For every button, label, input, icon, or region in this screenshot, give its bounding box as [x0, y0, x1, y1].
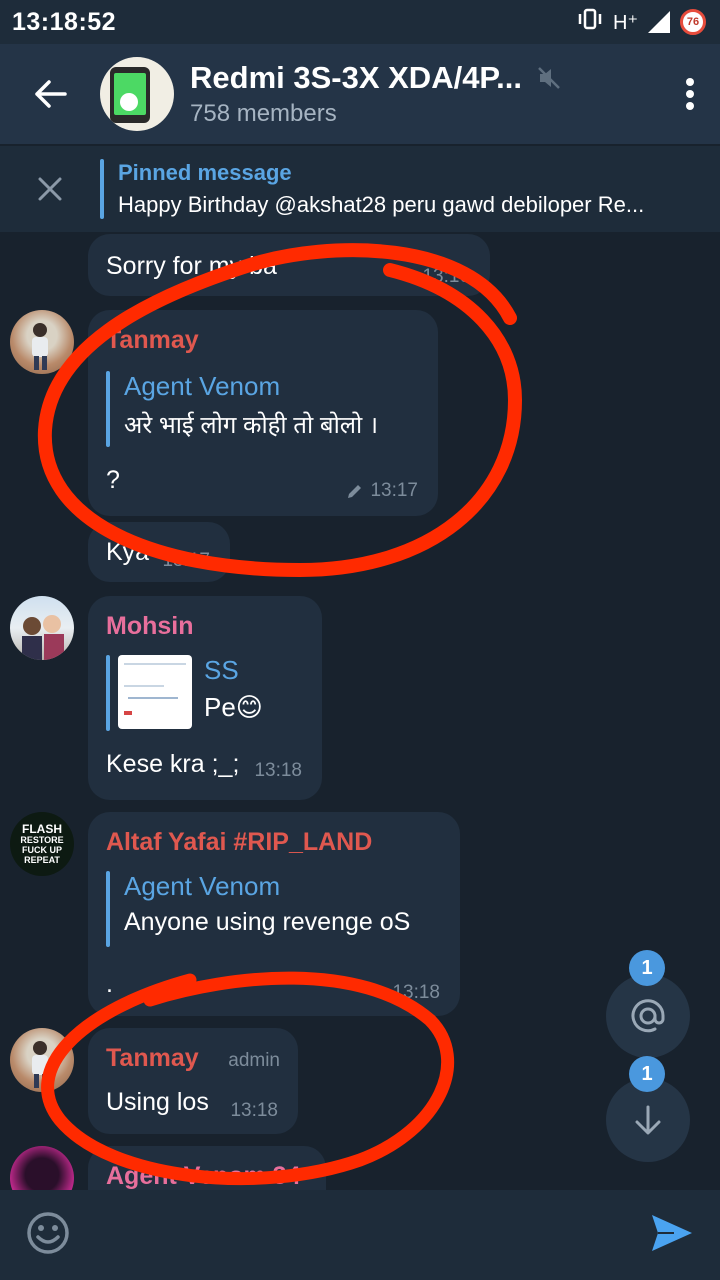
- vibrate-icon: [577, 8, 603, 36]
- avatar[interactable]: [10, 310, 74, 374]
- reply-text: Pe😊: [204, 692, 263, 722]
- back-arrow-icon: [35, 80, 67, 108]
- message-text: Using los: [106, 1088, 209, 1116]
- sender-name[interactable]: Mohsin: [106, 612, 304, 641]
- pinned-accent-bar: [100, 159, 104, 219]
- avatar-text: REPEAT: [24, 855, 60, 865]
- reply-quote[interactable]: SS Pe😊: [106, 655, 304, 731]
- reply-sender: Agent Venom: [124, 871, 281, 901]
- message-time: 13:18: [392, 982, 440, 1003]
- at-icon: [631, 999, 665, 1033]
- mentions-button[interactable]: [606, 974, 690, 1058]
- message-text: Kese kra ;_;: [106, 750, 240, 778]
- reply-text: अरे भाई लोग कोही तो बोलो ।: [124, 412, 379, 439]
- emoji-button[interactable]: [26, 1211, 70, 1260]
- sender-name[interactable]: Tanmay: [106, 1044, 199, 1073]
- message-text: ?: [106, 466, 120, 494]
- sender-name[interactable]: Altaf Yafai #RIP_LAND: [106, 828, 442, 857]
- message-time: 13:18: [230, 1100, 278, 1121]
- message-bubble[interactable]: Sorry for my ba 13:16: [88, 234, 490, 296]
- message-bubble[interactable]: Tanmay admin Using los 13:18: [88, 1028, 298, 1134]
- message-time: 13:17: [162, 550, 210, 571]
- message-bubble[interactable]: Mohsin SS Pe😊 Kese kra ;_; 13:18: [88, 596, 322, 800]
- emoji-icon: [27, 1211, 69, 1254]
- avatar-text: FUCK UP: [22, 845, 62, 855]
- more-vert-icon: [686, 78, 694, 110]
- group-info[interactable]: Redmi 3S-3X XDA/4P... 758 members: [190, 60, 660, 128]
- more-options-button[interactable]: [660, 44, 720, 144]
- message-text: Kya: [106, 538, 150, 566]
- battery-icon: 76: [680, 9, 706, 35]
- avatar-text: RESTORE: [20, 835, 64, 845]
- member-count: 758 members: [190, 100, 337, 127]
- avatar[interactable]: [10, 1028, 74, 1092]
- sender-name[interactable]: Tanmay: [106, 326, 420, 355]
- avatar[interactable]: FLASH RESTORE FUCK UP REPEAT: [10, 812, 74, 876]
- reply-quote[interactable]: Agent Venom Anyone using revenge oS: [106, 871, 442, 947]
- reply-sender: SS: [204, 655, 239, 685]
- mentions-count-badge: 1: [629, 950, 665, 986]
- unread-count-badge: 1: [629, 1056, 665, 1092]
- status-bar: 13:18:52 H⁺ 76: [0, 0, 720, 44]
- signal-icon: [648, 11, 670, 33]
- avatar-text: FLASH: [22, 822, 62, 836]
- avatar[interactable]: [10, 1146, 74, 1190]
- chat-header: Redmi 3S-3X XDA/4P... 758 members: [0, 44, 720, 144]
- message-text: .: [106, 970, 113, 998]
- group-avatar[interactable]: [100, 57, 174, 131]
- close-icon: [38, 177, 62, 201]
- mute-icon: [538, 67, 560, 89]
- message-bubble[interactable]: Tanmay Agent Venom अरे भाई लोग कोही तो ब…: [88, 310, 438, 516]
- network-type: H⁺: [613, 11, 638, 34]
- arrow-down-icon: [635, 1105, 661, 1135]
- pinned-text: Happy Birthday @akshat28 peru gawd debil…: [118, 192, 645, 217]
- pinned-title: Pinned message: [118, 160, 292, 185]
- reply-quote[interactable]: Agent Venom अरे भाई लोग कोही तो बोलो ।: [106, 371, 420, 447]
- edit-pencil-icon: [348, 485, 362, 498]
- message-bubble[interactable]: Agent Venom 34: [88, 1146, 326, 1190]
- close-pinned-button[interactable]: [0, 146, 100, 232]
- avatar[interactable]: [10, 596, 74, 660]
- admin-badge: admin: [228, 1050, 280, 1071]
- pinned-message-bar[interactable]: Pinned message Happy Birthday @akshat28 …: [0, 146, 720, 232]
- send-button[interactable]: [650, 1213, 694, 1258]
- message-input-bar: [0, 1190, 720, 1280]
- group-title: Redmi 3S-3X XDA/4P...: [190, 60, 522, 95]
- message-bubble[interactable]: Kya 13:17: [88, 522, 230, 582]
- message-time: 13:17: [370, 480, 418, 501]
- message-time: 13:18: [254, 760, 302, 781]
- message-time: 13:16: [422, 266, 470, 287]
- send-icon: [652, 1214, 692, 1251]
- reply-text: Anyone using revenge oS: [124, 908, 411, 936]
- reply-sender: Agent Venom: [124, 371, 281, 401]
- sender-name[interactable]: Agent Venom 34: [106, 1162, 308, 1190]
- back-button[interactable]: [0, 44, 100, 144]
- message-bubble[interactable]: Altaf Yafai #RIP_LAND Agent Venom Anyone…: [88, 812, 460, 1016]
- status-time: 13:18:52: [12, 7, 117, 36]
- message-text: Sorry for my ba: [106, 252, 277, 280]
- reply-thumbnail: [118, 655, 192, 729]
- message-list[interactable]: Sorry for my ba 13:16 Tanmay Agent Venom…: [0, 232, 720, 1190]
- status-icons: H⁺ 76: [577, 8, 706, 36]
